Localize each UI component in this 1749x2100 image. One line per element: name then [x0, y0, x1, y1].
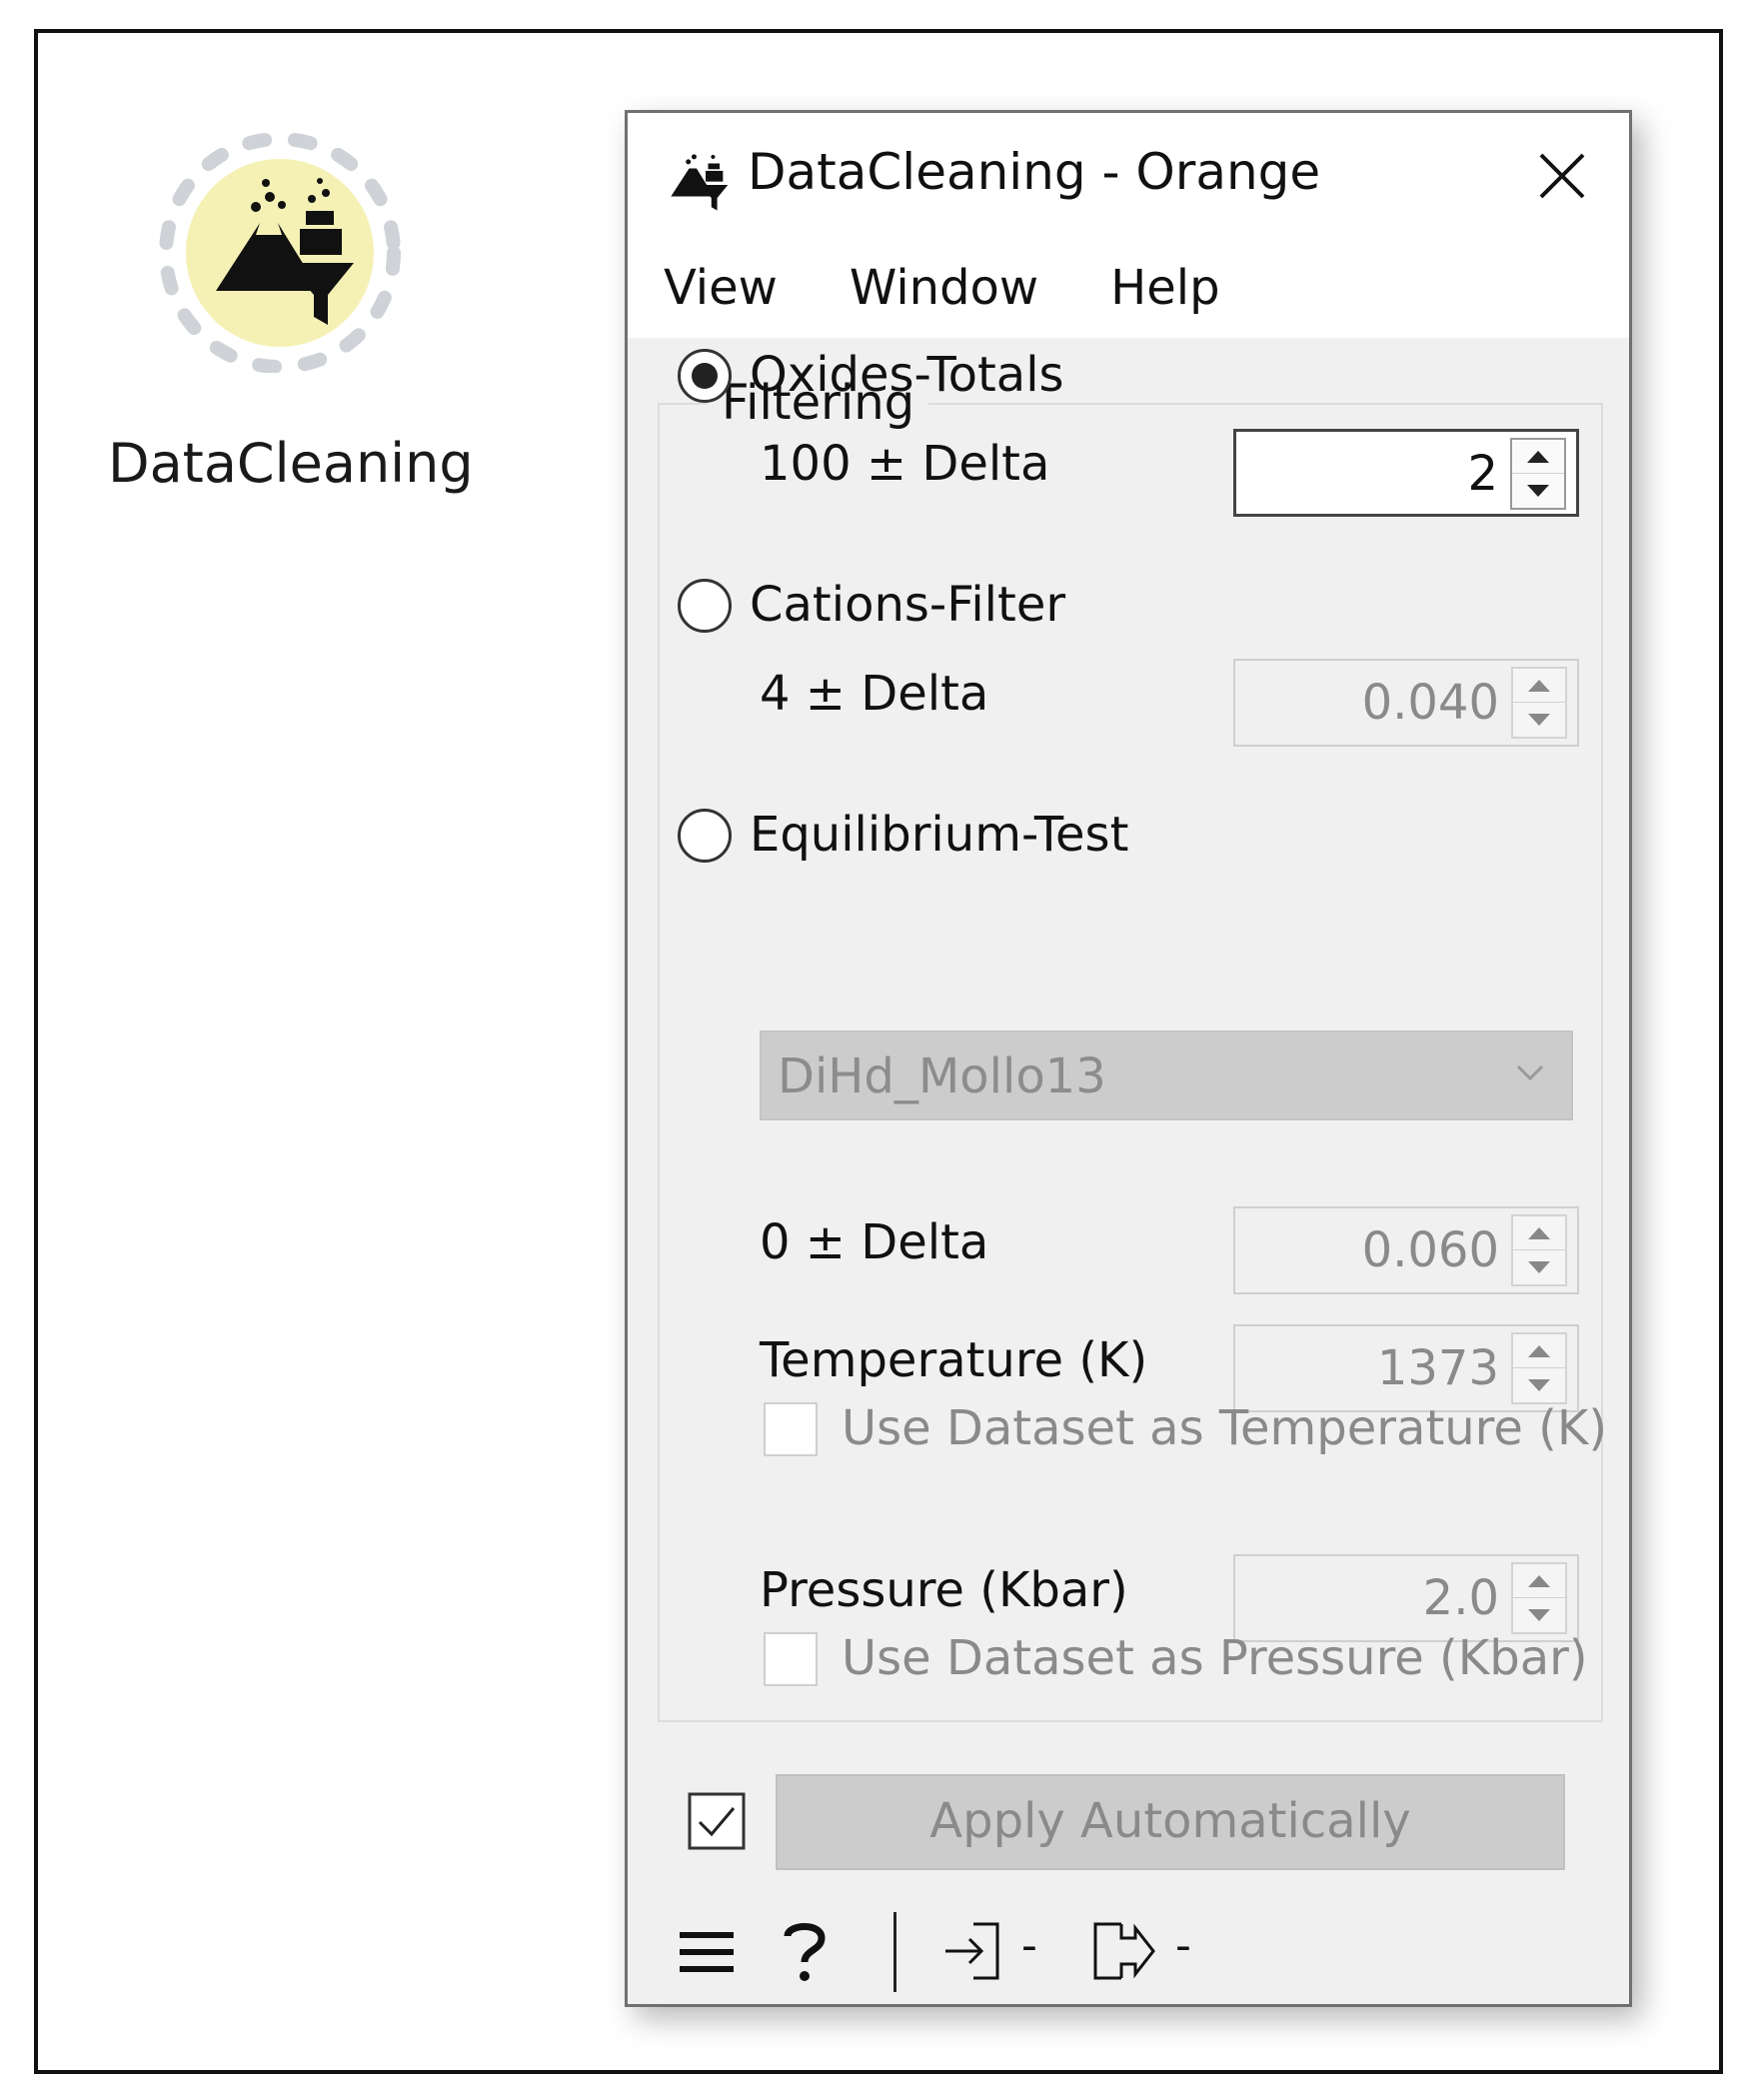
equilibrium-test-radio[interactable]	[678, 809, 732, 863]
chevron-down-icon	[1528, 1609, 1550, 1621]
node-label: DataCleaning	[108, 432, 474, 495]
oxides-totals-label: Oxides-Totals	[750, 347, 1064, 403]
pressure-label: Pressure (Kbar)	[760, 1562, 1128, 1618]
pressure-arrows	[1511, 1562, 1567, 1634]
oxides-totals-radio[interactable]	[678, 349, 732, 403]
chevron-up-icon	[1528, 1344, 1550, 1357]
output-summary: -	[1175, 1920, 1191, 1971]
spin-down-button[interactable]	[1513, 1598, 1565, 1632]
spin-down-button[interactable]	[1512, 474, 1564, 508]
spin-up-button[interactable]	[1513, 1216, 1565, 1250]
close-icon[interactable]	[1535, 149, 1589, 203]
input-arrow-icon[interactable]	[941, 1920, 1003, 1982]
chevron-up-icon	[1528, 679, 1550, 692]
use-dataset-pressure-checkbox[interactable]	[764, 1632, 818, 1686]
oxides-delta-label: 100 ± Delta	[760, 436, 1050, 492]
temperature-arrows	[1511, 1332, 1567, 1404]
cations-delta-spinbox[interactable]: 0.040	[1233, 659, 1579, 747]
chevron-up-icon	[1528, 1574, 1550, 1587]
spin-up-button[interactable]	[1513, 1564, 1565, 1598]
chevron-down-icon	[1528, 1379, 1550, 1391]
cations-delta-value: 0.040	[1361, 675, 1499, 731]
spin-up-button[interactable]	[1513, 669, 1565, 703]
volcano-funnel-icon	[216, 178, 354, 325]
oxides-delta-value: 2	[1467, 446, 1498, 502]
output-arrow-icon[interactable]	[1091, 1920, 1157, 1982]
chevron-down-icon	[1528, 714, 1550, 726]
equilibrium-test-label: Equilibrium-Test	[750, 807, 1129, 863]
chevron-up-icon	[1528, 1226, 1550, 1239]
hamburger-menu-icon[interactable]	[678, 1928, 736, 1976]
chevron-down-icon	[1527, 485, 1549, 497]
chevron-up-icon	[1527, 450, 1549, 463]
spin-up-button[interactable]	[1512, 440, 1564, 474]
help-question-icon[interactable]	[780, 1918, 830, 1984]
cations-filter-radio[interactable]	[678, 579, 732, 633]
status-separator	[893, 1912, 896, 1992]
use-dataset-temperature-checkbox[interactable]	[764, 1402, 818, 1456]
title-bar[interactable]: DataCleaning - Orange	[628, 113, 1629, 238]
use-dataset-pressure-label: Use Dataset as Pressure (Kbar)	[842, 1630, 1588, 1686]
menu-window[interactable]: Window	[850, 260, 1038, 316]
widget-window: DataCleaning - Orange View Window Help F…	[625, 110, 1632, 2007]
oxides-delta-spinbox[interactable]: 2	[1233, 429, 1579, 517]
canvas-widget-node[interactable]	[120, 133, 440, 373]
temperature-value: 1373	[1376, 1340, 1499, 1396]
spin-down-button[interactable]	[1513, 703, 1565, 737]
oxides-delta-arrows	[1510, 438, 1566, 510]
auto-apply-checkbox[interactable]	[688, 1792, 746, 1850]
app-volcano-funnel-icon	[671, 154, 729, 211]
menu-bar: View Window Help	[628, 238, 1629, 338]
cations-filter-label: Cations-Filter	[750, 577, 1066, 633]
window-title: DataCleaning - Orange	[748, 143, 1321, 201]
input-summary: -	[1021, 1920, 1037, 1971]
chevron-down-icon	[1516, 1064, 1544, 1081]
equilibrium-model-value: DiHd_Mollo13	[778, 1049, 1106, 1104]
cations-delta-arrows	[1511, 667, 1567, 739]
use-dataset-temperature-label: Use Dataset as Temperature (K)	[842, 1400, 1608, 1456]
pressure-spinbox[interactable]: 2.0	[1233, 1554, 1579, 1642]
spin-down-button[interactable]	[1513, 1368, 1565, 1402]
apply-automatically-button[interactable]: Apply Automatically	[776, 1774, 1565, 1870]
cations-delta-label: 4 ± Delta	[760, 666, 989, 722]
equilibrium-delta-value: 0.060	[1361, 1222, 1499, 1278]
equilibrium-delta-arrows	[1511, 1214, 1567, 1286]
temperature-label: Temperature (K)	[760, 1332, 1148, 1388]
equilibrium-delta-spinbox[interactable]: 0.060	[1233, 1206, 1579, 1294]
temperature-spinbox[interactable]: 1373	[1233, 1324, 1579, 1412]
chevron-down-icon	[1528, 1261, 1550, 1273]
pressure-value: 2.0	[1422, 1570, 1499, 1626]
spin-up-button[interactable]	[1513, 1334, 1565, 1368]
equilibrium-model-select[interactable]: DiHd_Mollo13	[760, 1031, 1573, 1120]
spin-down-button[interactable]	[1513, 1250, 1565, 1284]
menu-view[interactable]: View	[664, 260, 778, 316]
equilibrium-delta-label: 0 ± Delta	[760, 1214, 989, 1270]
status-bar: - -	[628, 1898, 1629, 1998]
menu-help[interactable]: Help	[1110, 260, 1219, 316]
